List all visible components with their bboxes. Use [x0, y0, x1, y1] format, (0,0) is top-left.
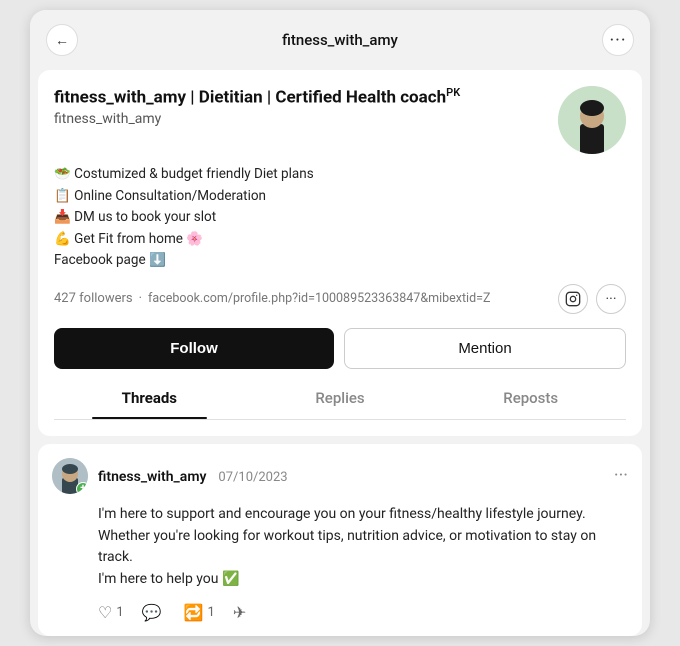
- share-icon: ✈: [233, 603, 246, 622]
- plus-badge: +: [76, 482, 88, 494]
- like-icon: ♡: [98, 603, 112, 622]
- social-icons: ···: [558, 284, 626, 314]
- thread-user-row: + fitness_with_amy 07/10/2023: [52, 458, 288, 494]
- stats-row: 427 followers · facebook.com/profile.php…: [54, 284, 626, 314]
- tab-replies[interactable]: Replies: [245, 377, 436, 419]
- bio-line-2: 📋 Online Consultation/Moderation: [54, 186, 626, 208]
- top-more-button[interactable]: ···: [602, 24, 634, 56]
- comment-button[interactable]: 💬: [142, 603, 166, 622]
- thread-avatar: +: [52, 458, 88, 494]
- page-title: fitness_with_amy: [282, 31, 398, 49]
- profile-info: fitness_with_amy | Dietitian | Certified…: [54, 86, 546, 127]
- action-row: Follow Mention: [54, 328, 626, 369]
- profile-header: fitness_with_amy | Dietitian | Certified…: [54, 86, 626, 154]
- repost-icon: 🔁: [184, 603, 204, 622]
- back-button[interactable]: ←: [46, 24, 78, 56]
- tabs-row: Threads Replies Reposts: [54, 377, 626, 420]
- more-social-button[interactable]: ···: [596, 284, 626, 314]
- repost-count: 1: [208, 605, 215, 620]
- thread-user-info: fitness_with_amy 07/10/2023: [98, 466, 288, 485]
- tab-reposts[interactable]: Reposts: [435, 377, 626, 419]
- thread-username: fitness_with_amy: [98, 469, 206, 485]
- facebook-link[interactable]: facebook.com/profile.php?id=100089523363…: [148, 291, 490, 306]
- like-count: 1: [116, 605, 123, 620]
- avatar: [558, 86, 626, 154]
- more-social-icon: ···: [606, 291, 617, 307]
- thread-body: I'm here to support and encourage you on…: [52, 504, 628, 591]
- follow-button[interactable]: Follow: [54, 328, 334, 369]
- thread-date: 07/10/2023: [218, 470, 287, 485]
- tab-threads[interactable]: Threads: [54, 377, 245, 419]
- thread-header: + fitness_with_amy 07/10/2023 ···: [52, 458, 628, 494]
- phone-container: ← fitness_with_amy ··· fitness_with_amy …: [30, 10, 650, 636]
- profile-card: fitness_with_amy | Dietitian | Certified…: [38, 70, 642, 436]
- thread-more-button[interactable]: ···: [614, 465, 628, 486]
- instagram-icon-button[interactable]: [558, 284, 588, 314]
- bio-section: 🥗 Costumized & budget friendly Diet plan…: [54, 164, 626, 272]
- repost-button[interactable]: 🔁 1: [184, 603, 215, 622]
- mention-button[interactable]: Mention: [344, 328, 626, 369]
- top-bar: ← fitness_with_amy ···: [30, 10, 650, 70]
- thread-actions: ♡ 1 💬 🔁 1 ✈: [52, 603, 628, 622]
- profile-username: fitness_with_amy: [54, 111, 546, 127]
- bio-line-3: 📥 DM us to book your slot: [54, 207, 626, 229]
- top-more-icon: ···: [609, 30, 626, 51]
- like-button[interactable]: ♡ 1: [98, 603, 124, 622]
- back-icon: ←: [55, 32, 69, 49]
- profile-name: fitness_with_amy | Dietitian | Certified…: [54, 86, 546, 109]
- bio-line-1: 🥗 Costumized & budget friendly Diet plan…: [54, 164, 626, 186]
- share-button[interactable]: ✈: [233, 603, 246, 622]
- instagram-icon: [565, 291, 581, 307]
- bio-line-5: Facebook page ⬇️: [54, 250, 626, 272]
- thread-card: + fitness_with_amy 07/10/2023 ··· I'm he…: [38, 444, 642, 636]
- bio-line-4: 💪 Get Fit from home 🌸: [54, 229, 626, 251]
- followers-count: 427 followers: [54, 291, 133, 306]
- comment-icon: 💬: [142, 603, 162, 622]
- avatar-image: [558, 86, 626, 154]
- name-suffix: PK: [446, 86, 460, 99]
- separator: ·: [139, 291, 142, 306]
